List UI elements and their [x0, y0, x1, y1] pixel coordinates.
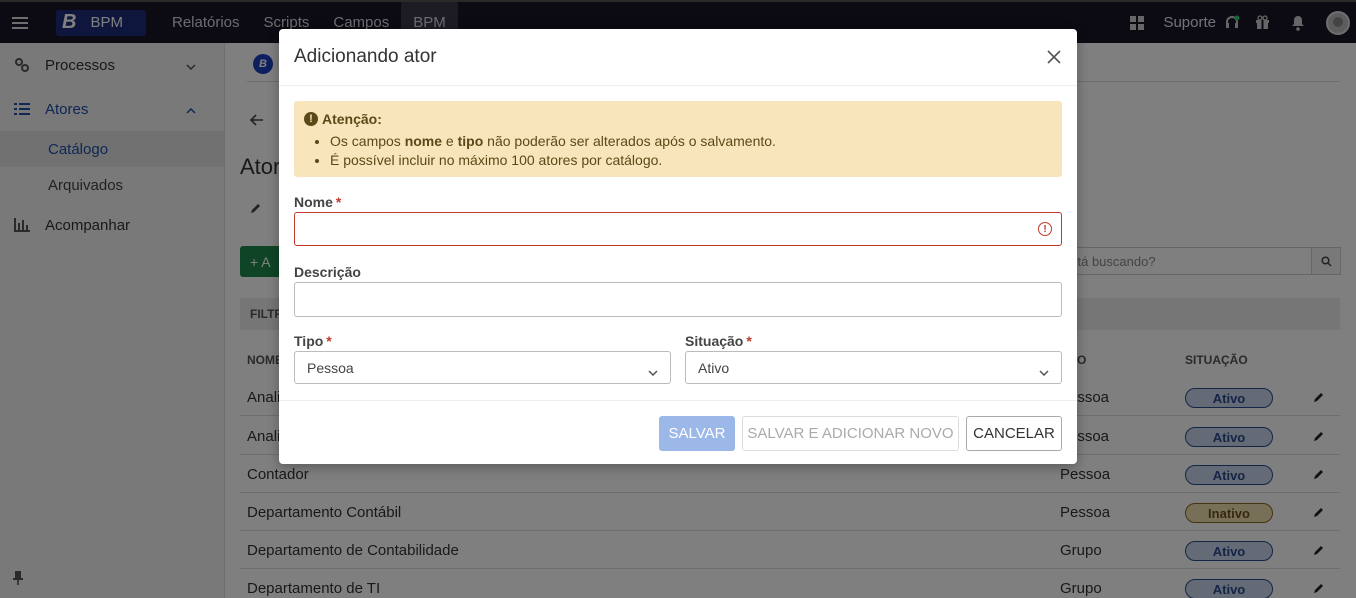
tipo-select[interactable]: Pessoa	[294, 351, 671, 384]
warning-icon: !	[304, 112, 318, 126]
tipo-value: Pessoa	[307, 359, 354, 376]
save-button[interactable]: SALVAR	[659, 416, 735, 451]
add-actor-dialog: Adicionando ator ! Atenção: Os campos no…	[279, 29, 1077, 464]
close-icon[interactable]	[1043, 46, 1065, 68]
warning-alert: ! Atenção: Os campos nome e tipo não pod…	[294, 101, 1062, 177]
error-icon: !	[1038, 222, 1052, 236]
situacao-label: Situação *	[685, 333, 752, 349]
alert-line-1: Os campos nome e tipo não poderão ser al…	[330, 133, 1052, 149]
tipo-label: Tipo *	[294, 333, 332, 349]
chevron-down-icon	[648, 363, 658, 379]
alert-title: Atenção:	[322, 111, 382, 127]
dialog-footer-divider	[279, 400, 1077, 401]
dialog-title: Adicionando ator	[294, 46, 437, 67]
nome-field[interactable]: !	[294, 212, 1062, 246]
cancel-button[interactable]: CANCELAR	[966, 416, 1062, 451]
chevron-down-icon	[1039, 363, 1049, 379]
situacao-select[interactable]: Ativo	[685, 351, 1062, 384]
nome-label: Nome *	[294, 194, 342, 210]
situacao-value: Ativo	[698, 359, 730, 376]
alert-line-2: É possível incluir no máximo 100 atores …	[330, 152, 1052, 168]
descricao-field[interactable]	[294, 282, 1062, 317]
save-and-add-new-button[interactable]: SALVAR E ADICIONAR NOVO	[742, 416, 959, 451]
descricao-label: Descrição	[294, 264, 361, 280]
dialog-header: Adicionando ator	[279, 29, 1077, 86]
